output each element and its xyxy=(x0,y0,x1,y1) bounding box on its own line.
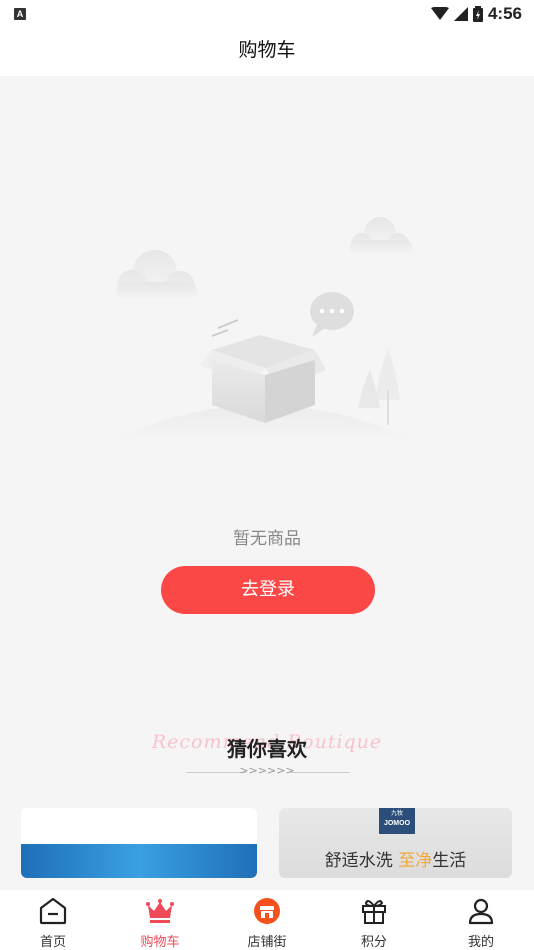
brand-logo: 九牧 JOMOO xyxy=(379,808,415,834)
tab-points[interactable]: 积分 xyxy=(334,890,414,950)
battery-charging-icon xyxy=(472,6,483,22)
status-bar: A 4:56 xyxy=(0,0,534,30)
empty-box-icon xyxy=(105,217,425,445)
user-icon xyxy=(468,898,494,925)
crown-icon xyxy=(146,899,174,923)
product-image xyxy=(21,844,257,878)
notification-indicator: A xyxy=(14,8,26,20)
divider-right xyxy=(290,772,350,773)
tab-label: 首页 xyxy=(39,935,66,950)
tab-label: 积分 xyxy=(360,935,387,950)
recommend-header: Recommend Boutique 猜你喜欢 >>>>>> xyxy=(0,725,534,785)
recommend-arrows: >>>>>> xyxy=(239,764,295,777)
product-card[interactable] xyxy=(21,808,257,878)
product-slogan: 舒适水洗 至净生活 xyxy=(324,851,467,871)
tab-cart[interactable]: 购物车 xyxy=(120,890,200,950)
tab-shop-street[interactable]: 店铺街 xyxy=(227,890,307,950)
home-icon xyxy=(39,897,67,925)
tab-home[interactable]: 首页 xyxy=(13,890,93,950)
login-button[interactable]: 去登录 xyxy=(161,566,375,614)
page-title: 购物车 xyxy=(238,39,296,61)
status-icons: 4:56 xyxy=(430,4,522,24)
tab-label: 购物车 xyxy=(140,935,180,950)
product-card[interactable]: 九牧 JOMOO 舒适水洗 至净生活 xyxy=(279,808,512,878)
wifi-icon xyxy=(430,7,449,20)
bottom-tab-bar: 首页 购物车 店铺街 积分 我的 xyxy=(0,890,534,950)
tab-label: 我的 xyxy=(467,935,494,950)
tab-mine[interactable]: 我的 xyxy=(441,890,521,950)
signal-icon xyxy=(453,7,468,21)
status-time: 4:56 xyxy=(487,4,522,23)
empty-message: 暂无商品 xyxy=(233,529,301,549)
tab-label: 店铺街 xyxy=(247,935,287,950)
gift-icon xyxy=(362,900,386,924)
recommend-title: 猜你喜欢 xyxy=(227,737,307,761)
shop-icon xyxy=(254,898,280,924)
page-header: 购物车 xyxy=(0,30,534,76)
